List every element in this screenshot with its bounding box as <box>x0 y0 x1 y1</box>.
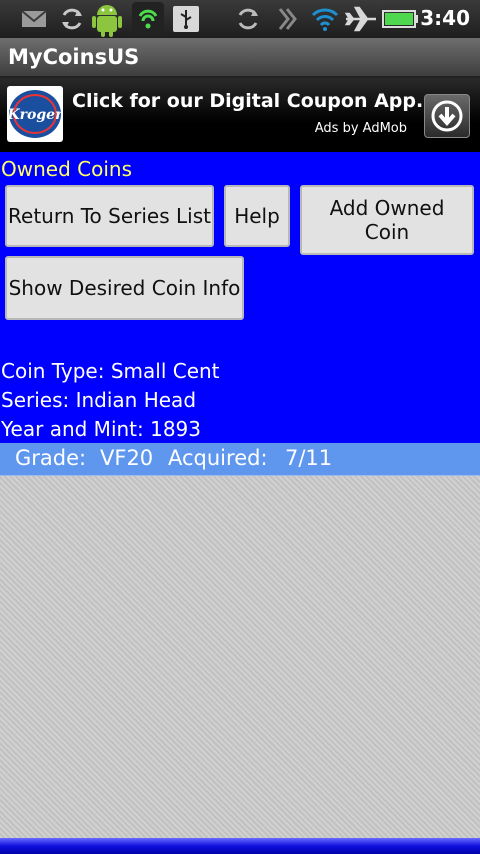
ad-download-button[interactable] <box>424 94 470 138</box>
kroger-logo-text: Kroger <box>7 107 63 123</box>
ad-headline[interactable]: Click for our Digital Coupon App. <box>72 90 423 112</box>
help-button[interactable]: Help <box>224 185 290 247</box>
signal-icon <box>278 8 297 30</box>
acquired-value: 7/11 <box>285 446 333 470</box>
bottom-edge-bar <box>0 838 480 854</box>
list-background <box>0 476 480 838</box>
ad-banner[interactable]: Kroger Click for our Digital Coupon App.… <box>0 78 480 152</box>
status-clock: 3:40 <box>420 6 470 30</box>
show-desired-coin-info-button[interactable]: Show Desired Coin Info <box>5 256 244 320</box>
ad-attribution: Ads by AdMob <box>314 121 407 136</box>
airplane-icon <box>344 6 376 32</box>
status-bar: 3:40 <box>0 0 480 38</box>
year-mint-label: Year and Mint: 1893 <box>1 417 202 441</box>
gmail-icon <box>21 10 47 27</box>
wifi-icon <box>311 8 339 31</box>
add-owned-coin-button[interactable]: Add Owned Coin <box>300 185 474 255</box>
grade-value: VF20 <box>100 446 154 470</box>
return-to-series-list-button[interactable]: Return To Series List <box>5 185 214 247</box>
battery-icon <box>382 10 418 28</box>
app-title: MyCoinsUS <box>8 45 140 69</box>
sync-icon <box>62 8 82 30</box>
app-title-bar: MyCoinsUS <box>0 38 480 78</box>
android-icon <box>92 5 122 37</box>
kroger-logo[interactable]: Kroger <box>7 86 64 142</box>
usb-icon <box>173 6 199 32</box>
kroger-logo-icon: Kroger <box>7 90 64 138</box>
grade-label: Grade: <box>15 446 87 470</box>
coin-type-label: Coin Type: Small Cent <box>1 359 220 383</box>
rotate-icon <box>238 8 258 30</box>
page-title: Owned Coins <box>1 157 132 181</box>
shield-icon <box>132 2 164 36</box>
acquired-label: Acquired: <box>168 446 268 470</box>
download-icon <box>431 100 463 132</box>
series-label: Series: Indian Head <box>1 388 197 412</box>
owned-coin-row[interactable]: Grade: VF20 Acquired: 7/11 <box>0 443 480 476</box>
owned-coins-panel: Owned Coins Return To Series List Help A… <box>0 152 480 443</box>
